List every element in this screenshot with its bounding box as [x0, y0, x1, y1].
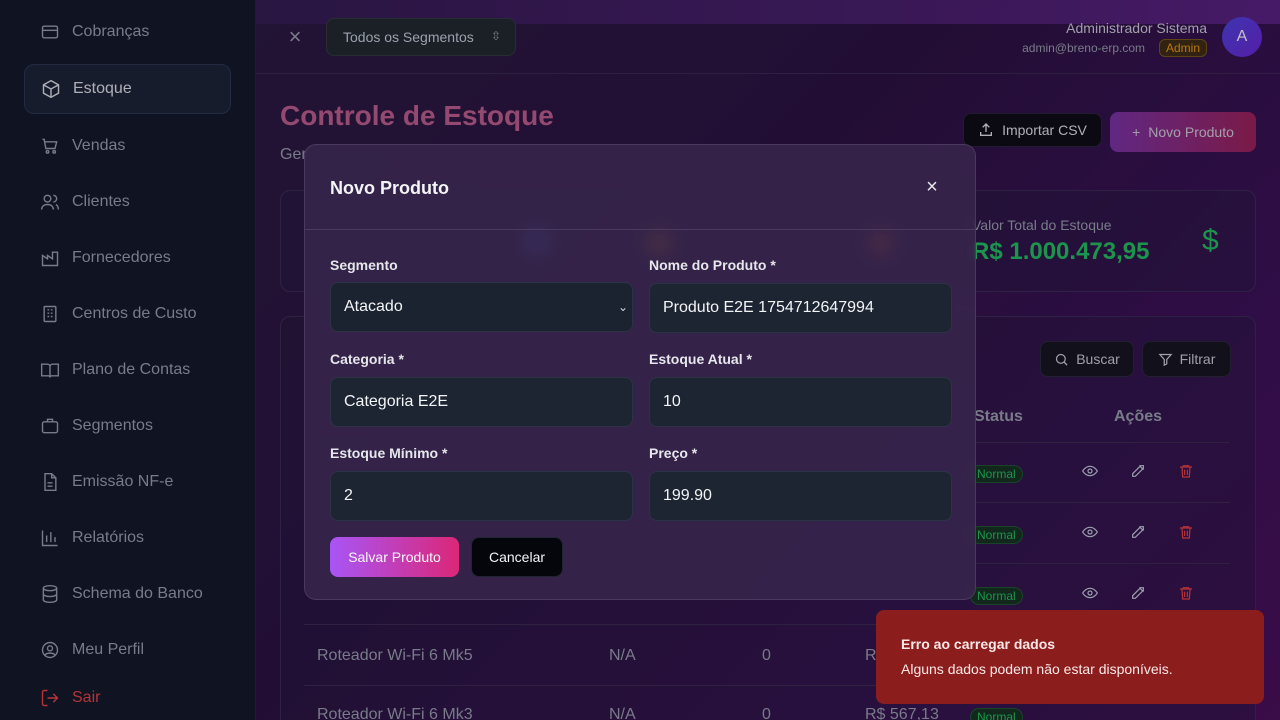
- preco-label: Preço *: [649, 445, 698, 461]
- estoque-atual-label: Estoque Atual *: [649, 351, 752, 367]
- error-toast[interactable]: Erro ao carregar dados Alguns dados pode…: [876, 610, 1264, 704]
- categoria-input[interactable]: Categoria E2E: [330, 377, 633, 427]
- close-icon[interactable]: ×: [922, 177, 942, 197]
- estoque-atual-input[interactable]: 10: [649, 377, 952, 427]
- modal-title: Novo Produto: [330, 178, 449, 198]
- segmento-label: Segmento: [330, 257, 398, 273]
- toast-message: Alguns dados podem não estar disponíveis…: [901, 661, 1173, 677]
- segmento-value: Atacado: [344, 298, 403, 315]
- save-product-button[interactable]: Salvar Produto: [330, 537, 459, 577]
- nome-produto-label: Nome do Produto *: [649, 257, 776, 273]
- estoque-minimo-input[interactable]: 2: [330, 471, 633, 521]
- categoria-label: Categoria *: [330, 351, 404, 367]
- chevron-down-icon: ⌄: [617, 300, 628, 314]
- estoque-minimo-label: Estoque Mínimo *: [330, 445, 448, 461]
- cancel-button[interactable]: Cancelar: [471, 537, 563, 577]
- modal-divider: [305, 229, 975, 230]
- segmento-select[interactable]: Atacado ⌄: [330, 282, 633, 332]
- new-product-modal: Novo Produto × Segmento Atacado ⌄ Nome d…: [304, 144, 976, 600]
- nome-produto-input[interactable]: Produto E2E 1754712647994: [649, 283, 952, 333]
- toast-title: Erro ao carregar dados: [901, 636, 1056, 652]
- preco-input[interactable]: 199.90: [649, 471, 952, 521]
